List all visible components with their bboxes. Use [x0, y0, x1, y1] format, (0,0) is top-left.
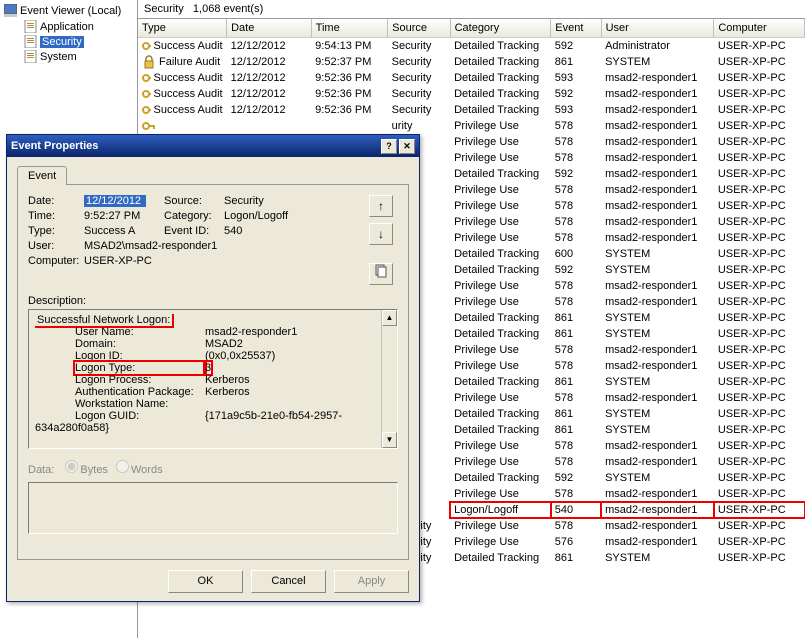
- lbl-cat: Category:: [164, 210, 224, 222]
- apply-button[interactable]: Apply: [334, 570, 409, 593]
- lbl-time: Time:: [28, 210, 84, 222]
- col-header[interactable]: Category: [450, 19, 551, 37]
- data-row: Data: Bytes Words: [28, 457, 398, 476]
- radio-bytes: [65, 460, 78, 473]
- lbl-user: User:: [28, 240, 84, 252]
- log-icon: [24, 50, 37, 63]
- scroll-down-button[interactable]: ▼: [382, 432, 397, 448]
- description-box[interactable]: Successful Network Logon:User Name:msad2…: [28, 309, 398, 449]
- val-type: Success A: [84, 225, 164, 237]
- table-row[interactable]: urityPrivilege Use578msad2-responder1USE…: [138, 118, 805, 134]
- lbl-type: Type:: [28, 225, 84, 237]
- lbl-comp: Computer:: [28, 255, 84, 267]
- val-source: Security: [224, 195, 264, 207]
- help-button[interactable]: ?: [381, 139, 397, 154]
- close-button[interactable]: ✕: [399, 139, 415, 154]
- list-header: Security 1,068 event(s): [138, 0, 805, 19]
- radio-words: [116, 460, 129, 473]
- scroll-up-button[interactable]: ▲: [382, 310, 397, 326]
- event-properties-dialog: Event Properties ? ✕ Event Date: 12/12/2…: [6, 134, 420, 602]
- val-comp: USER-XP-PC: [84, 255, 152, 267]
- copy-icon: [374, 264, 388, 278]
- lbl-description: Description:: [28, 295, 398, 307]
- val-date: 12/12/2012: [84, 195, 146, 207]
- list-title: Security: [144, 3, 184, 15]
- col-header[interactable]: Date: [227, 19, 312, 37]
- table-row[interactable]: Failure Audit12/12/20129:52:37 PMSecurit…: [138, 54, 805, 70]
- val-cat: Logon/Logoff: [224, 210, 288, 222]
- col-header[interactable]: Type: [138, 19, 227, 37]
- tree-root[interactable]: Event Viewer (Local): [0, 2, 137, 19]
- log-icon: [24, 35, 37, 48]
- down-arrow-button[interactable]: ↓: [369, 223, 393, 245]
- ok-button[interactable]: OK: [168, 570, 243, 593]
- log-icon: [24, 20, 37, 33]
- tab-event[interactable]: Event: [17, 166, 67, 185]
- col-header[interactable]: Computer: [714, 19, 805, 37]
- val-eventid: 540: [224, 225, 242, 237]
- desc-header: Successful Network Logon:: [35, 314, 172, 326]
- lbl-source: Source:: [164, 195, 224, 207]
- lock-icon: [142, 55, 156, 69]
- list-count: 1,068 event(s): [193, 3, 263, 15]
- key-icon: [142, 87, 151, 101]
- tree-item-application[interactable]: Application: [0, 19, 137, 34]
- cancel-button[interactable]: Cancel: [251, 570, 326, 593]
- col-header[interactable]: Source: [388, 19, 450, 37]
- val-time: 9:52:27 PM: [84, 210, 164, 222]
- lbl-date: Date:: [28, 195, 84, 207]
- table-row[interactable]: Success Audit12/12/20129:52:36 PMSecurit…: [138, 70, 805, 86]
- val-user: MSAD2\msad2-responder1: [84, 240, 217, 252]
- key-icon: [142, 119, 156, 133]
- tree-item-security[interactable]: Security: [0, 34, 137, 49]
- table-row[interactable]: Success Audit12/12/20129:54:13 PMSecurit…: [138, 37, 805, 54]
- tree-root-label: Event Viewer (Local): [20, 5, 121, 17]
- table-row[interactable]: Success Audit12/12/20129:52:36 PMSecurit…: [138, 86, 805, 102]
- col-header[interactable]: User: [601, 19, 714, 37]
- col-header[interactable]: Time: [311, 19, 388, 37]
- computer-icon: [4, 4, 17, 17]
- data-box: [28, 482, 398, 534]
- key-icon: [142, 103, 151, 117]
- dialog-titlebar[interactable]: Event Properties ? ✕: [7, 135, 419, 157]
- scrollbar[interactable]: ▲ ▼: [381, 310, 397, 448]
- copy-button[interactable]: [369, 263, 393, 285]
- lbl-eventid: Event ID:: [164, 225, 224, 237]
- table-row[interactable]: Success Audit12/12/20129:52:36 PMSecurit…: [138, 102, 805, 118]
- up-arrow-button[interactable]: ↑: [369, 195, 393, 217]
- col-header[interactable]: Event: [551, 19, 601, 37]
- key-icon: [142, 39, 151, 53]
- key-icon: [142, 71, 151, 85]
- tree-item-system[interactable]: System: [0, 49, 137, 64]
- dialog-title: Event Properties: [11, 140, 98, 152]
